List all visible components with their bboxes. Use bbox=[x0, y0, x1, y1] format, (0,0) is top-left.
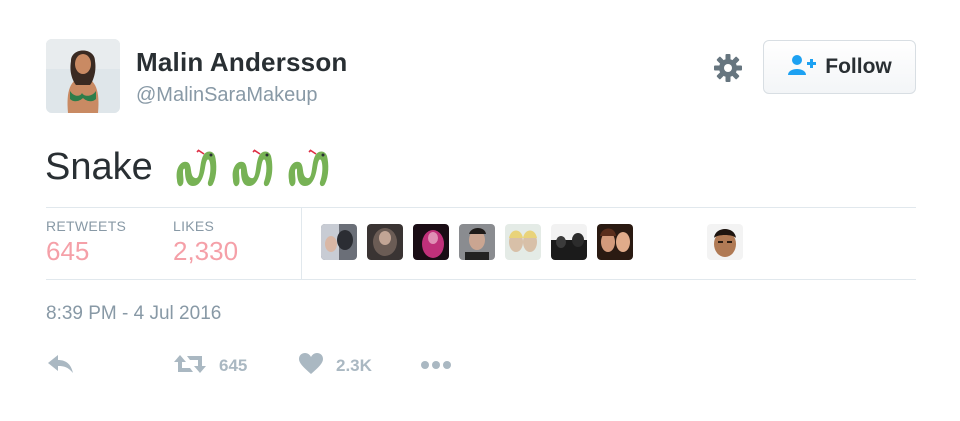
reply-icon bbox=[46, 352, 76, 381]
liker-avatars bbox=[321, 224, 743, 260]
liker-avatar[interactable] bbox=[413, 224, 449, 260]
retweet-count: 645 bbox=[219, 356, 248, 375]
author-avatar[interactable] bbox=[46, 39, 120, 113]
like-button[interactable]: 2.3K bbox=[298, 350, 372, 382]
author-handle[interactable]: @MalinSaraMakeup bbox=[136, 84, 318, 107]
liker-avatar[interactable] bbox=[321, 224, 357, 260]
snake-emoji bbox=[232, 149, 273, 187]
likes-label: LIKES bbox=[173, 218, 215, 234]
snake-emoji bbox=[176, 149, 217, 187]
liker-spacer bbox=[643, 224, 697, 260]
heart-icon bbox=[298, 352, 324, 381]
liker-avatar[interactable] bbox=[367, 224, 403, 260]
more-button[interactable] bbox=[420, 350, 452, 382]
follow-user-plus-icon bbox=[787, 54, 817, 81]
more-dots-icon bbox=[420, 357, 452, 375]
liker-avatar[interactable] bbox=[551, 224, 587, 260]
likes-stat[interactable]: LIKES 2,330 bbox=[173, 218, 238, 267]
tweet-card: Malin Andersson @MalinSaraMakeup Follow … bbox=[0, 0, 960, 421]
stats-divider-vertical bbox=[301, 208, 302, 279]
author-name[interactable]: Malin Andersson bbox=[136, 47, 348, 78]
liker-avatar[interactable] bbox=[505, 224, 541, 260]
tweet-timestamp[interactable]: 8:39 PM - 4 Jul 2016 bbox=[46, 303, 221, 325]
retweet-icon bbox=[173, 352, 207, 381]
likes-value: 2,330 bbox=[173, 236, 239, 266]
retweet-button[interactable]: 645 bbox=[173, 350, 247, 382]
follow-button-label: Follow bbox=[825, 55, 892, 78]
gear-icon[interactable] bbox=[712, 52, 744, 84]
tweet-text-word: Snake bbox=[45, 145, 153, 188]
stats-divider-top bbox=[46, 207, 916, 208]
reply-button[interactable] bbox=[46, 350, 76, 382]
stats-divider-bottom bbox=[46, 279, 916, 280]
retweets-value: 645 bbox=[46, 236, 90, 266]
snake-emojis bbox=[171, 142, 333, 192]
like-count: 2.3K bbox=[336, 356, 372, 375]
follow-button[interactable]: Follow bbox=[763, 40, 916, 94]
snake-emoji bbox=[288, 149, 329, 187]
liker-avatar[interactable] bbox=[597, 224, 633, 260]
retweets-label: RETWEETS bbox=[46, 218, 127, 234]
tweet-text: Snake bbox=[45, 140, 333, 194]
liker-avatar[interactable] bbox=[459, 224, 495, 260]
liker-avatar[interactable] bbox=[707, 224, 743, 260]
retweets-stat[interactable]: RETWEETS 645 bbox=[46, 218, 126, 267]
